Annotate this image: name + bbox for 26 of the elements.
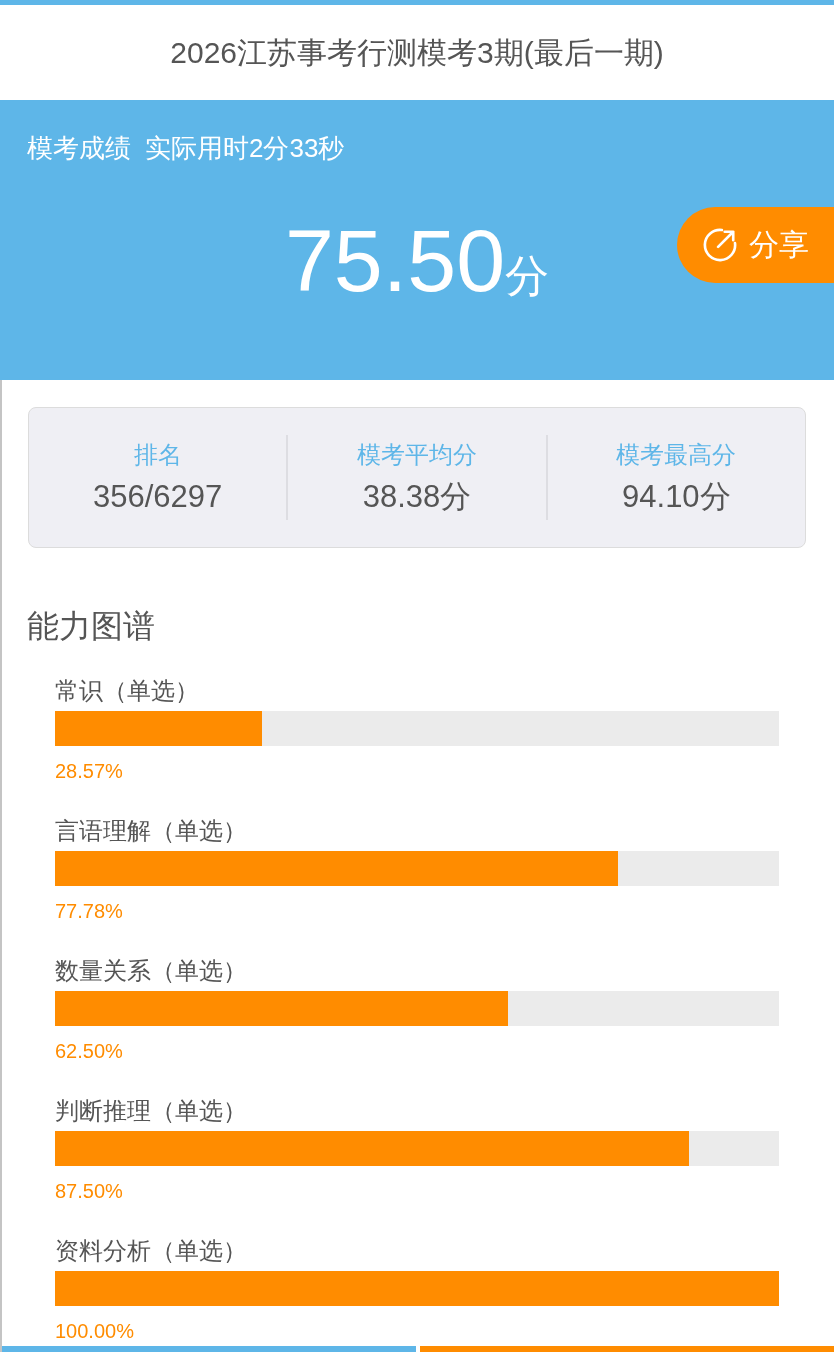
score-label: 模考成绩 (27, 132, 131, 164)
ability-label: 常识（单选） (55, 676, 199, 706)
stat-label: 排名 (133, 439, 182, 470)
score-unit: 分 (505, 251, 550, 301)
ability-percent: 100.00% (55, 1319, 134, 1344)
share-icon (703, 228, 737, 262)
time-used: 实际用时2分33秒 (145, 132, 345, 164)
stat-value: 356/6297 (93, 477, 223, 516)
bottom-button[interactable] (2, 1346, 416, 1352)
ability-label: 资料分析（单选） (55, 1236, 247, 1266)
ability-percent: 87.50% (55, 1179, 123, 1204)
ability-label: 数量关系（单选） (55, 956, 247, 986)
stat-value: 94.10分 (622, 477, 731, 516)
stat-label: 模考最高分 (616, 439, 737, 470)
ability-label: 判断推理（单选） (55, 1096, 247, 1126)
ability-percent: 28.57% (55, 759, 123, 784)
bottom-button[interactable] (420, 1346, 834, 1352)
ability-percent: 62.50% (55, 1039, 123, 1064)
stat-label: 模考平均分 (357, 439, 477, 470)
section-title: 能力图谱 (27, 607, 155, 646)
page-title: 2026江苏事考行测模考3期(最后一期) (170, 34, 664, 71)
ability-percent: 77.78% (55, 899, 123, 924)
ability-label: 言语理解（单选） (55, 816, 247, 846)
share-button[interactable]: 分享 (677, 207, 834, 283)
stat-value: 38.38分 (362, 477, 472, 516)
score-value: 75.50 (284, 213, 506, 309)
